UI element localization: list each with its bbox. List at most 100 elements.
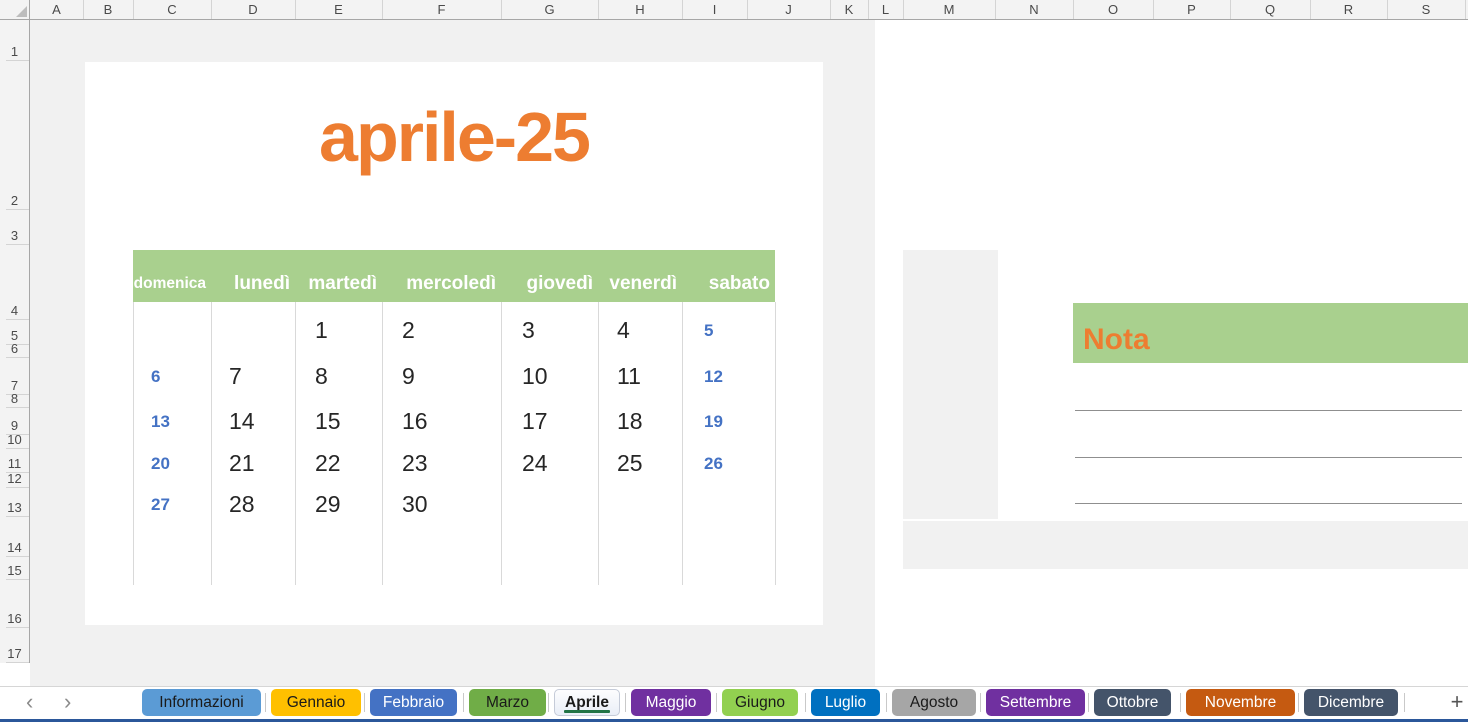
row-header-3[interactable]: 3 <box>0 228 29 243</box>
date-cell-12[interactable]: 12 <box>704 367 723 387</box>
row-header-17[interactable]: 17 <box>0 646 29 661</box>
day-header-venerdi[interactable]: venerdì <box>598 250 682 302</box>
column-header-H[interactable]: H <box>598 0 682 19</box>
date-cell-3[interactable]: 3 <box>522 317 535 344</box>
date-cell-18[interactable]: 18 <box>617 408 643 435</box>
date-cell-26[interactable]: 26 <box>704 454 723 474</box>
column-header-C[interactable]: C <box>133 0 211 19</box>
column-header-A[interactable]: A <box>30 0 83 19</box>
column-header-Q[interactable]: Q <box>1230 0 1310 19</box>
row-header-16[interactable]: 16 <box>0 611 29 626</box>
row-header-2[interactable]: 2 <box>0 193 29 208</box>
column-header-N[interactable]: N <box>995 0 1073 19</box>
row-divider <box>6 244 29 245</box>
column-header-O[interactable]: O <box>1073 0 1153 19</box>
date-cell-22[interactable]: 22 <box>315 450 341 477</box>
row-header-10[interactable]: 10 <box>0 432 29 447</box>
excel-workbook-window: ABCDEFGHIJKLMNOPQRS 1 2 3 4 5 6 7 8 9 10 11 12 13 14 1… <box>0 0 1468 722</box>
tab-separator <box>1404 693 1405 712</box>
column-header-E[interactable]: E <box>295 0 382 19</box>
sheet-tab-novembre[interactable]: Novembre <box>1186 689 1295 716</box>
date-cell-21[interactable]: 21 <box>229 450 255 477</box>
column-header-strip: ABCDEFGHIJKLMNOPQRS <box>30 0 1468 20</box>
day-header-mercoledi[interactable]: mercoledì <box>382 250 501 302</box>
column-header-M[interactable]: M <box>903 0 995 19</box>
column-header-P[interactable]: P <box>1153 0 1230 19</box>
sheet-tab-informazioni[interactable]: Informazioni <box>142 689 261 716</box>
row-divider <box>6 357 29 358</box>
day-header-giovedi[interactable]: giovedì <box>501 250 598 302</box>
date-cell-4[interactable]: 4 <box>617 317 630 344</box>
day-header-martedi[interactable]: martedì <box>295 250 382 302</box>
column-header-K[interactable]: K <box>830 0 868 19</box>
date-cell-5[interactable]: 5 <box>704 321 713 341</box>
column-divider <box>1387 0 1388 19</box>
column-header-D[interactable]: D <box>211 0 295 19</box>
date-cell-19[interactable]: 19 <box>704 412 723 432</box>
column-header-G[interactable]: G <box>501 0 598 19</box>
date-cell-7[interactable]: 7 <box>229 363 242 390</box>
sheet-tab-luglio[interactable]: Luglio <box>811 689 880 716</box>
date-cell-27[interactable]: 27 <box>151 495 170 515</box>
column-header-R[interactable]: R <box>1310 0 1387 19</box>
column-divider <box>1465 0 1466 19</box>
day-header-sabato[interactable]: sabato <box>682 250 775 302</box>
row-header-4[interactable]: 4 <box>0 303 29 318</box>
date-cell-25[interactable]: 25 <box>617 450 643 477</box>
date-cell-11[interactable]: 11 <box>617 363 641 390</box>
date-cell-2[interactable]: 2 <box>402 317 415 344</box>
column-header-B[interactable]: B <box>83 0 133 19</box>
column-divider <box>211 0 212 19</box>
row-header-6[interactable]: 6 <box>0 341 29 356</box>
row-header-12[interactable]: 12 <box>0 471 29 486</box>
column-header-F[interactable]: F <box>382 0 501 19</box>
row-header-8[interactable]: 8 <box>0 391 29 406</box>
date-cell-17[interactable]: 17 <box>522 408 548 435</box>
notes-header-band[interactable]: Nota <box>1073 303 1468 363</box>
row-header-14[interactable]: 14 <box>0 540 29 555</box>
row-header-13[interactable]: 13 <box>0 500 29 515</box>
sheet-tab-aprile[interactable]: Aprile <box>554 689 620 716</box>
date-cell-29[interactable]: 29 <box>315 491 341 518</box>
date-cell-10[interactable]: 10 <box>522 363 548 390</box>
column-header-L[interactable]: L <box>868 0 903 19</box>
active-tab-underline <box>564 710 610 713</box>
date-cell-8[interactable]: 8 <box>315 363 328 390</box>
date-cell-23[interactable]: 23 <box>402 450 428 477</box>
column-divider <box>83 0 84 19</box>
date-cell-30[interactable]: 30 <box>402 491 428 518</box>
day-header-lunedi[interactable]: lunedì <box>211 250 295 302</box>
date-cell-15[interactable]: 15 <box>315 408 341 435</box>
column-header-I[interactable]: I <box>682 0 747 19</box>
date-cell-1[interactable]: 1 <box>315 317 328 344</box>
sheet-tab-maggio[interactable]: Maggio <box>631 689 711 716</box>
date-cell-28[interactable]: 28 <box>229 491 255 518</box>
sheet-tab-ottobre[interactable]: Ottobre <box>1094 689 1171 716</box>
add-sheet-button[interactable]: + <box>1446 687 1468 718</box>
date-cell-9[interactable]: 9 <box>402 363 415 390</box>
day-header-domenica[interactable]: domenica <box>133 250 211 302</box>
date-cell-6[interactable]: 6 <box>151 367 160 387</box>
row-header-1[interactable]: 1 <box>0 44 29 59</box>
sheet-tab-settembre[interactable]: Settembre <box>986 689 1085 716</box>
column-header-S[interactable]: S <box>1387 0 1465 19</box>
row-header-15[interactable]: 15 <box>0 563 29 578</box>
column-divider <box>295 0 296 19</box>
row-header-9[interactable]: 9 <box>0 418 29 433</box>
date-cell-20[interactable]: 20 <box>151 454 170 474</box>
sheet-tab-dicembre[interactable]: Dicembre <box>1304 689 1398 716</box>
calendar-title[interactable]: aprile-25 <box>85 90 823 184</box>
column-header-J[interactable]: J <box>747 0 830 19</box>
sheet-tab-agosto[interactable]: Agosto <box>892 689 976 716</box>
select-all-button[interactable] <box>0 0 30 20</box>
sheet-tab-gennaio[interactable]: Gennaio <box>271 689 361 716</box>
sheet-tab-giugno[interactable]: Giugno <box>722 689 798 716</box>
date-cell-14[interactable]: 14 <box>229 408 255 435</box>
row-header-11[interactable]: 11 <box>0 456 29 471</box>
sheet-tab-febbraio[interactable]: Febbraio <box>370 689 457 716</box>
date-cell-16[interactable]: 16 <box>402 408 428 435</box>
date-cell-24[interactable]: 24 <box>522 450 548 477</box>
tab-separator <box>625 693 626 712</box>
date-cell-13[interactable]: 13 <box>151 412 170 432</box>
sheet-tab-marzo[interactable]: Marzo <box>469 689 546 716</box>
